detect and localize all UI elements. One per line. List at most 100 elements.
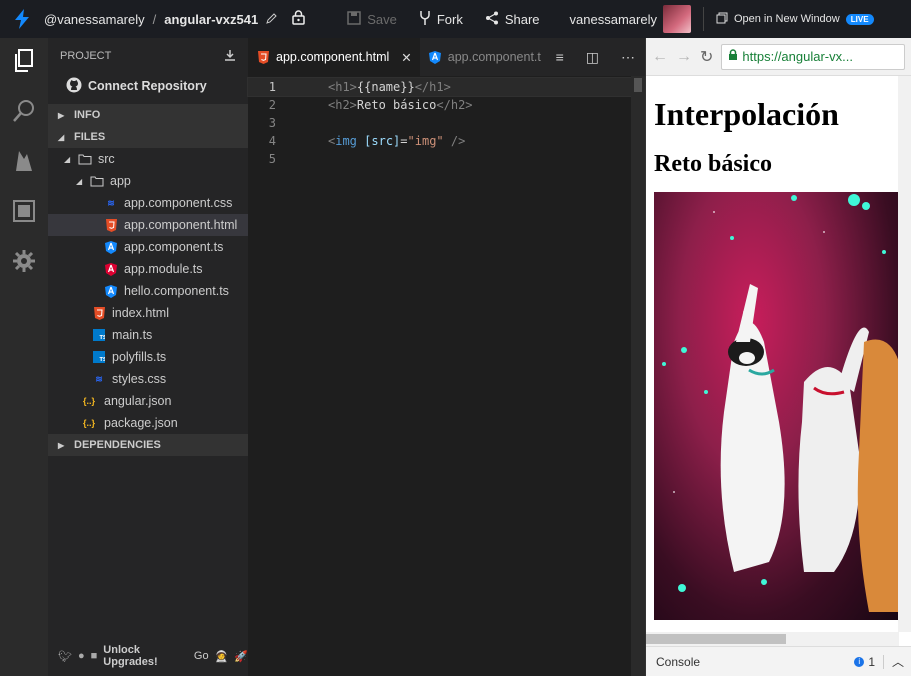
console-label: Console	[656, 654, 701, 669]
attribute: [src]	[356, 134, 401, 148]
interpolation: {{name}}	[356, 80, 415, 94]
back-arrow-icon[interactable]: ←	[652, 48, 668, 66]
scrollbar-thumb[interactable]	[646, 634, 786, 644]
upgrade-banner[interactable]: 🐦︎ ● ■ Unlock Upgrades! Go 🧑‍🚀 🚀	[58, 644, 248, 668]
tag-close: </h1>	[414, 80, 451, 94]
project-header: PROJECT	[48, 38, 248, 74]
open-new-window-button[interactable]: Open in New Window LIVE	[716, 12, 874, 27]
code-editor: app.component.html ✕ app.component.t ≡ ◫…	[247, 38, 646, 676]
activity-extensions[interactable]	[0, 188, 48, 238]
code-area[interactable]: 1 <h1>{{name}}</h1> 2 <h2>Reto básico</h…	[247, 76, 646, 168]
file-explorer: PROJECT Connect Repository ▶ INFO ◢ FILE…	[48, 38, 248, 676]
console-message-count[interactable]: i 1	[854, 654, 884, 669]
tree-item-src[interactable]: ◢ src	[48, 148, 248, 170]
chevron-down-icon: ◢	[64, 154, 71, 164]
code-line: 5	[248, 150, 645, 168]
space-cats-image	[654, 192, 899, 620]
html-file-icon	[92, 306, 106, 320]
line-number: 4	[268, 134, 276, 148]
new-window-icon	[716, 12, 728, 27]
project-label: PROJECT	[60, 50, 112, 62]
tree-item-label: app.component.html	[124, 218, 238, 232]
share-button[interactable]: Share	[485, 11, 540, 28]
tab-app-component-ts[interactable]: app.component.t	[420, 38, 549, 76]
editor-tabs: app.component.html ✕ app.component.t ≡ ◫…	[248, 38, 645, 76]
activity-settings[interactable]	[0, 238, 48, 288]
files-section-header[interactable]: ◢ FILES	[48, 126, 248, 148]
forward-arrow-icon[interactable]: →	[676, 48, 692, 66]
angular-file-icon	[428, 50, 442, 64]
save-label: Save	[367, 11, 397, 27]
code-line: 2 <h2>Reto básico</h2>	[248, 96, 645, 114]
split-view-icon[interactable]: ◫	[586, 49, 599, 66]
tree-item-app-component-ts[interactable]: app.component.ts	[48, 236, 248, 258]
editor-scrollbar[interactable]	[631, 76, 645, 676]
toolbar-divider	[702, 7, 704, 31]
tree-item-label: angular.json	[104, 394, 172, 408]
tree-item-label: styles.css	[112, 372, 167, 386]
tree-item-polyfills-ts[interactable]: TS polyfills.ts	[48, 346, 248, 368]
close-icon[interactable]: ✕	[401, 50, 411, 65]
tab-app-component-html[interactable]: app.component.html ✕	[248, 38, 420, 76]
save-button[interactable]: Save	[347, 10, 397, 28]
html-file-icon	[256, 50, 270, 64]
svg-text:TS: TS	[100, 335, 106, 341]
preview-horizontal-scrollbar[interactable]	[646, 632, 899, 646]
line-number: 3	[268, 116, 276, 130]
project-name[interactable]: angular-vxz541	[164, 12, 258, 27]
activity-files[interactable]	[0, 38, 48, 88]
edit-pencil-icon[interactable]	[266, 12, 278, 27]
rocket-icon: 🚀	[234, 650, 248, 663]
tree-item-styles-css[interactable]: ≋ styles.css	[48, 368, 248, 390]
preview-vertical-scrollbar[interactable]	[898, 76, 911, 632]
tree-item-index-html[interactable]: index.html	[48, 302, 248, 324]
tree-item-app-module-ts[interactable]: app.module.ts	[48, 258, 248, 280]
lock-icon[interactable]	[292, 10, 305, 28]
scrollbar-thumb[interactable]	[634, 78, 642, 92]
chevron-up-icon[interactable]: ︿	[884, 653, 911, 670]
connect-repository-button[interactable]: Connect Repository	[48, 74, 248, 98]
tree-item-app-component-css[interactable]: ≋ app.component.css	[48, 192, 248, 214]
stackblitz-bolt-icon[interactable]	[0, 9, 44, 29]
user-menu[interactable]: vanessamarely	[570, 5, 691, 33]
tree-item-label: app.component.css	[124, 196, 233, 210]
tree-item-package-json[interactable]: {..} package.json	[48, 412, 248, 434]
angular-file-icon	[104, 262, 118, 276]
more-options-icon[interactable]: ⋯	[621, 49, 635, 66]
url-bar[interactable]: https://angular-vx...	[721, 43, 905, 70]
github-icon	[66, 77, 82, 96]
share-icon	[485, 11, 499, 28]
twitter-icon[interactable]: 🐦︎	[58, 650, 72, 663]
reload-icon[interactable]: ↻	[700, 47, 713, 67]
tree-item-app-component-html[interactable]: app.component.html	[48, 214, 248, 236]
dependencies-section-header[interactable]: ▶ DEPENDENCIES	[48, 434, 248, 456]
console-bar[interactable]: Console i 1 ︿	[646, 646, 911, 676]
folder-icon	[78, 152, 92, 166]
info-section-header[interactable]: ▶ INFO	[48, 104, 248, 126]
tree-item-main-ts[interactable]: TS main.ts	[48, 324, 248, 346]
json-file-icon: {..}	[82, 418, 95, 428]
tab-label: app.component.t	[447, 50, 541, 64]
download-icon[interactable]	[224, 49, 236, 64]
activity-firebase[interactable]	[0, 138, 48, 188]
preview-toolbar: ← → ↻ https://angular-vx...	[646, 38, 911, 76]
line-number: 1	[268, 80, 276, 94]
tree-item-app[interactable]: ◢ app	[48, 170, 248, 192]
typescript-file-icon: TS	[92, 350, 106, 364]
tree-item-angular-json[interactable]: {..} angular.json	[48, 390, 248, 412]
top-bar: @vanessamarely / angular-vxz541 Save For…	[0, 0, 911, 38]
discord-icon[interactable]: ■	[91, 650, 98, 662]
user-path-link[interactable]: @vanessamarely	[44, 12, 145, 27]
chevron-down-icon: ◢	[58, 132, 65, 142]
tab-label: app.component.html	[276, 50, 390, 64]
css-file-icon: ≋	[107, 197, 115, 208]
tree-item-label: app.module.ts	[124, 262, 203, 276]
github-small-icon[interactable]: ●	[78, 650, 85, 662]
format-lines-icon[interactable]: ≡	[556, 49, 564, 66]
fork-button[interactable]: Fork	[419, 10, 463, 29]
dependencies-label: DEPENDENCIES	[74, 439, 161, 451]
tree-item-hello-component-ts[interactable]: hello.component.ts	[48, 280, 248, 302]
activity-search[interactable]	[0, 88, 48, 138]
avatar[interactable]	[662, 5, 691, 33]
tree-item-label: polyfills.ts	[112, 350, 167, 364]
